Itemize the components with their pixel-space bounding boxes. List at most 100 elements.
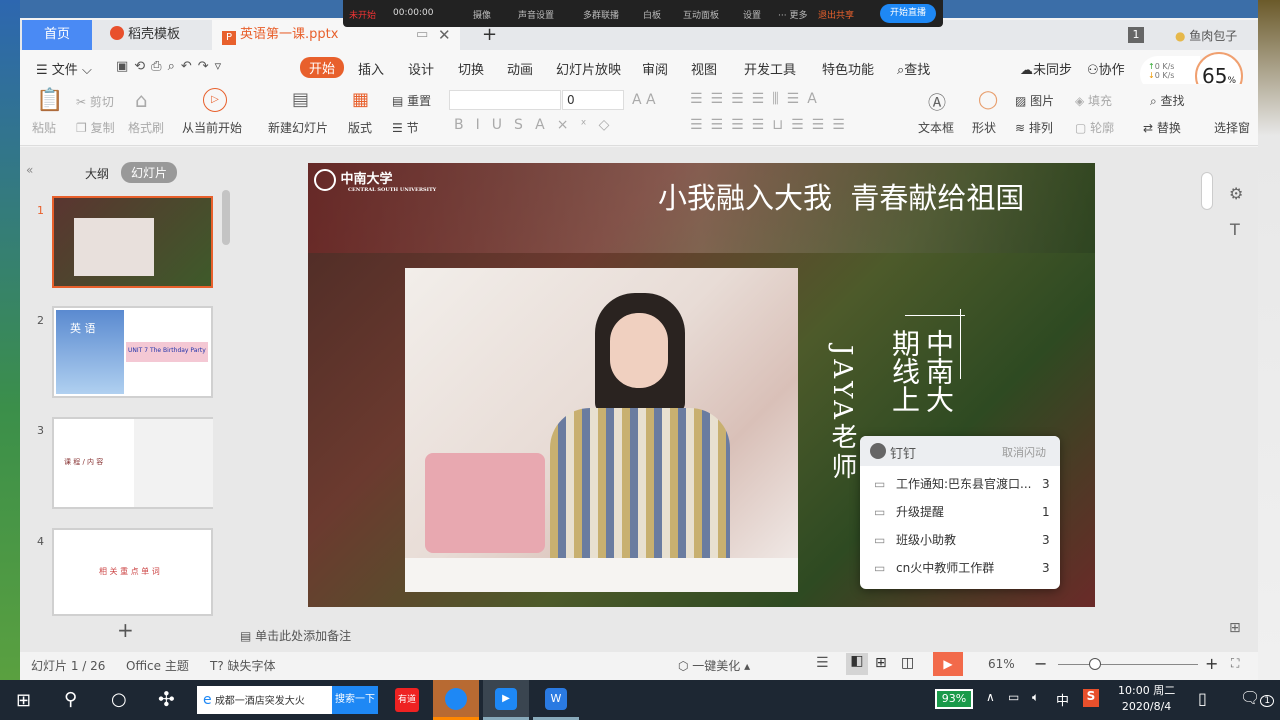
dingtalk-item[interactable]: ▭ 升级提醒 1 — [860, 498, 1060, 526]
outline-button[interactable]: ▢ 轮廓 — [1075, 119, 1114, 136]
menu-animation[interactable]: 动画 — [507, 59, 533, 78]
menu-view[interactable]: 视图 — [691, 59, 717, 78]
menu-features[interactable]: 特色功能 — [822, 59, 874, 78]
slide-scrollbar[interactable] — [1201, 172, 1213, 210]
menu-developer[interactable]: 开发工具 — [744, 59, 796, 78]
layout-button[interactable]: 版式 — [348, 119, 372, 136]
tab-slides[interactable]: 幻灯片 — [121, 162, 178, 183]
font-style-buttons[interactable]: BIUSA×ˣ◇ — [454, 117, 621, 133]
shape-button[interactable]: 形状 — [972, 119, 996, 136]
tab-outline[interactable]: 大纲 — [85, 165, 109, 182]
youdao-app-icon[interactable]: 有道 — [395, 688, 419, 712]
arrange-button[interactable]: ≋ 排列 — [1015, 119, 1053, 136]
tray-expand-icon[interactable]: ∧ — [986, 690, 995, 704]
slide-thumbnail-2[interactable]: 英 语 UNIT 7 The Birthday Party — [52, 306, 213, 398]
quick-access-icons[interactable]: ▣⟲⎙⌕↶↷▿ — [116, 59, 227, 74]
stop-share-button[interactable]: 退出共享 — [818, 8, 854, 21]
zoom-in-button[interactable]: + — [1205, 654, 1218, 673]
select-pane-button[interactable]: 选择窗 — [1214, 119, 1250, 136]
camera-button[interactable]: 摄像 — [473, 8, 491, 21]
notes-toggle-icon[interactable]: ☰ — [816, 655, 829, 671]
collab-button[interactable]: ⚇协作 — [1087, 59, 1125, 78]
menu-search[interactable]: ⌕查找 — [897, 59, 930, 78]
start-live-button[interactable]: 开始直播 — [880, 4, 936, 23]
fit-window-icon[interactable]: ⛶ — [1231, 656, 1239, 671]
new-slide-button[interactable]: 新建幻灯片 — [268, 119, 328, 136]
font-size-select[interactable]: 0 — [562, 90, 624, 110]
task-view-icon[interactable]: ▯ — [1198, 689, 1207, 708]
play-from-current-button[interactable]: 从当前开始 — [182, 119, 242, 136]
windows-start-icon[interactable]: ⊞ — [16, 690, 31, 711]
missing-font-button[interactable]: T? 缺失字体 — [210, 657, 276, 674]
file-menu[interactable]: ☰ 文件 ⌵ — [36, 59, 92, 78]
properties-icon[interactable]: ⚙ — [1229, 184, 1243, 203]
slide-sorter-icon[interactable]: ⊞ — [875, 655, 887, 671]
menu-slideshow[interactable]: 幻灯片放映 — [556, 59, 621, 78]
pinwheel-app-icon[interactable]: ✣ — [158, 687, 175, 711]
more-button[interactable]: ··· 更多 — [778, 8, 807, 21]
align-buttons[interactable]: ☰☰☰☰⊔☰☰☰ — [690, 117, 853, 133]
format-painter-button[interactable]: 格式刷 — [128, 119, 164, 136]
paste-icon[interactable]: 📋 — [36, 88, 63, 113]
zoom-slider-handle[interactable] — [1089, 658, 1101, 670]
zoom-slider[interactable] — [1058, 664, 1198, 665]
volume-icon[interactable]: 🔈︎ — [1032, 690, 1039, 705]
dingtalk-item[interactable]: ▭ 工作通知:巴东县官渡口... 3 — [860, 470, 1060, 498]
menu-start[interactable]: 开始 — [300, 57, 345, 78]
paste-button[interactable]: 粘贴 — [32, 119, 56, 136]
font-grow-shrink-icons[interactable]: A A — [632, 92, 656, 108]
dingtalk-item[interactable]: ▭ 班级小助教 3 — [860, 526, 1060, 554]
beautify-button[interactable]: ⬡ 一键美化 ▴ — [678, 657, 750, 674]
normal-view-icon[interactable]: ◧ — [846, 653, 868, 675]
wps-taskbar-button[interactable]: W — [533, 680, 579, 720]
thumbnail-scrollbar[interactable] — [222, 190, 230, 245]
picture-button[interactable]: ▨ 图片 — [1015, 92, 1054, 109]
textbox-button[interactable]: 文本框 — [918, 119, 954, 136]
taskbar-search-box[interactable]: e 成都一酒店突发大火 — [197, 686, 332, 714]
slide-thumbnail-4[interactable]: 相 关 重 点 单 词 — [52, 528, 213, 616]
add-slide-button[interactable]: + — [117, 618, 134, 642]
whiteboard-button[interactable]: 白板 — [643, 8, 661, 21]
menu-review[interactable]: 审阅 — [642, 59, 668, 78]
zoom-select[interactable]: 61% — [988, 657, 1015, 671]
notification-center-icon[interactable]: 🗨︎ 1 — [1240, 688, 1275, 707]
slide-thumbnail-3[interactable]: 课 程 / 内 容 — [52, 417, 213, 509]
reading-view-icon[interactable]: ◫ — [901, 655, 914, 671]
sync-button[interactable]: ☁未同步 — [1020, 59, 1072, 78]
paragraph-buttons[interactable]: ☰☰☰☰⫼☰A — [690, 91, 825, 107]
window-count-badge[interactable]: 1 — [1128, 27, 1144, 43]
battery-icon[interactable]: ▭ — [1008, 690, 1019, 704]
menu-insert[interactable]: 插入 — [358, 59, 384, 78]
menu-transition[interactable]: 切换 — [458, 59, 484, 78]
menu-design[interactable]: 设计 — [408, 59, 434, 78]
dingtalk-taskbar-button[interactable] — [433, 680, 479, 720]
text-format-icon[interactable]: T — [1230, 220, 1240, 239]
user-name[interactable]: ● 鱼肉包子 — [1175, 27, 1237, 44]
sogou-ime-icon[interactable]: S — [1083, 689, 1099, 707]
taskbar-search-button[interactable]: 搜索一下 — [332, 686, 378, 714]
search-icon[interactable]: ⚲ — [64, 689, 77, 710]
collapse-panel-icon[interactable]: « — [26, 163, 33, 177]
tab-home[interactable]: 首页 — [22, 20, 92, 50]
multi-group-button[interactable]: 多群联播 — [583, 8, 619, 21]
notes-area[interactable]: ▤ 单击此处添加备注 — [240, 627, 351, 644]
live-app-taskbar-button[interactable]: ▶ — [483, 680, 529, 720]
cut-button[interactable]: ✂ 剪切 — [76, 93, 114, 110]
cancel-flash-button[interactable]: 取消闪动 — [1002, 444, 1046, 460]
find-button[interactable]: ⌕ 查找 — [1150, 92, 1185, 109]
interaction-panel-button[interactable]: 互动面板 — [683, 8, 719, 21]
zoom-out-button[interactable]: − — [1034, 654, 1047, 673]
section-button[interactable]: ☰ 节 — [392, 119, 419, 136]
sound-settings-button[interactable]: 声音设置 — [518, 8, 554, 21]
cortana-icon[interactable]: ○ — [111, 689, 127, 710]
clock[interactable]: 10:00 周二 2020/8/4 — [1118, 683, 1175, 715]
dingtalk-item[interactable]: ▭ cn火中教师工作群 3 — [860, 554, 1060, 582]
play-slideshow-button[interactable]: ▶ — [933, 652, 963, 676]
settings-button[interactable]: 设置 — [743, 8, 761, 21]
font-name-select[interactable] — [449, 90, 561, 110]
grid-icon[interactable]: ⊞ — [1229, 620, 1241, 636]
fill-button[interactable]: ◈ 填充 — [1075, 92, 1112, 109]
ime-indicator[interactable]: 中 — [1056, 690, 1069, 709]
replace-button[interactable]: ⇄ 替换 — [1143, 119, 1181, 136]
reset-button[interactable]: ▤ 重置 — [392, 92, 431, 109]
